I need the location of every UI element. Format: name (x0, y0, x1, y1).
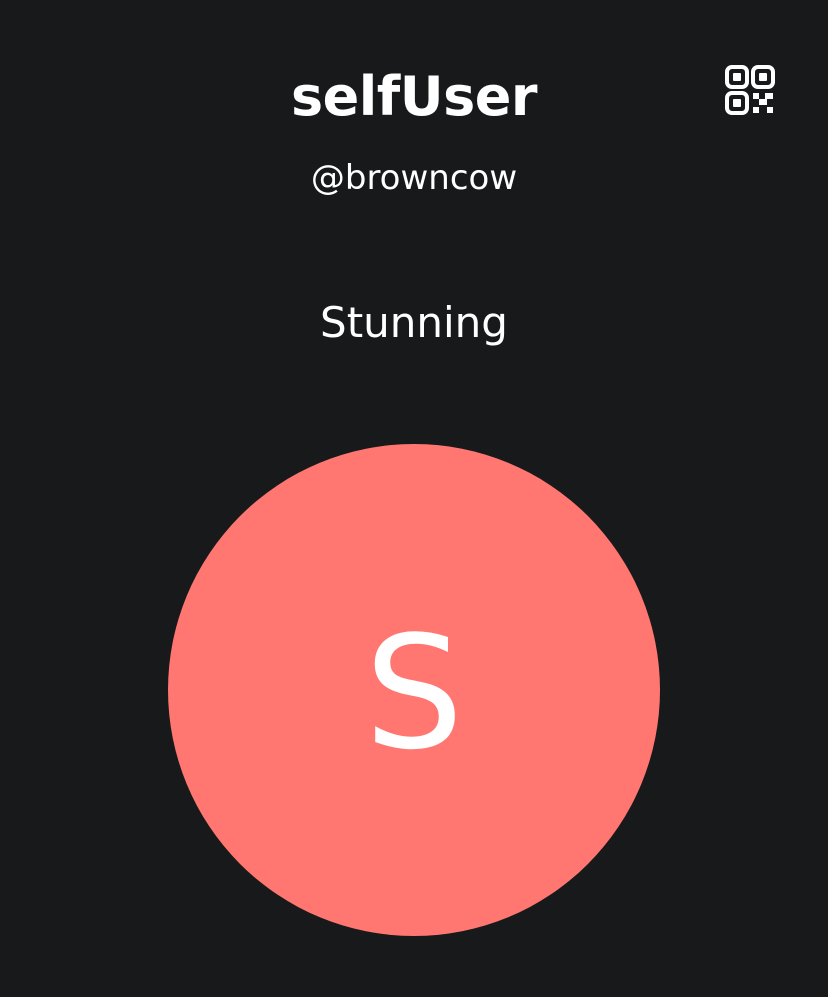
qr-code-button[interactable] (722, 62, 778, 118)
status-text[interactable]: Stunning (0, 296, 828, 350)
profile-screen: selfUser @browncow Stunning S (0, 0, 828, 997)
avatar-initial: S (364, 602, 464, 784)
avatar[interactable]: S (168, 444, 660, 936)
display-name: selfUser (290, 65, 538, 128)
username: @browncow (310, 158, 518, 198)
qr-code-icon (725, 65, 775, 115)
